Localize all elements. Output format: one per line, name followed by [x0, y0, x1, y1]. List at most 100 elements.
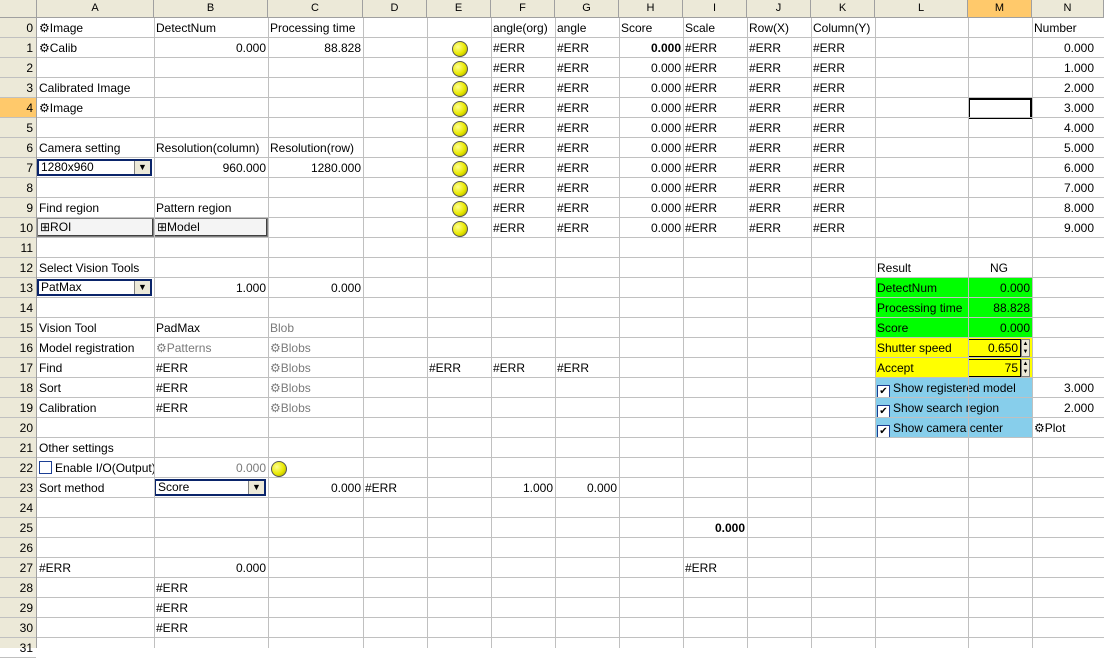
col-header-i[interactable]: I	[683, 0, 747, 17]
row-header[interactable]: 21	[0, 438, 36, 458]
cell-b15[interactable]: PadMax	[154, 318, 268, 338]
col-header-j[interactable]: J	[747, 0, 811, 17]
row-header[interactable]: 29	[0, 598, 36, 618]
patterns-button[interactable]: ⚙Patterns	[154, 338, 268, 358]
result-cell-row[interactable]: #ERR	[747, 78, 811, 98]
cell-b9[interactable]: Pattern region	[154, 198, 268, 218]
row-header[interactable]: 10	[0, 218, 36, 238]
result-cell-col[interactable]: #ERR	[811, 98, 875, 118]
col-header-n[interactable]: N	[1032, 0, 1104, 17]
accept-spinner[interactable]: ▲ ▼	[1021, 359, 1030, 377]
result-cell-angle_org[interactable]: #ERR	[491, 58, 555, 78]
row-header[interactable]: 4	[0, 98, 36, 118]
shutter-speed-input[interactable]: 0.650	[968, 339, 1021, 357]
row-header[interactable]: 6	[0, 138, 36, 158]
cell-d23[interactable]: #ERR	[363, 478, 427, 498]
plot-button[interactable]: ⚙Plot	[1032, 418, 1096, 438]
result-cell-num[interactable]: 6.000	[1032, 158, 1096, 178]
result-cell-col[interactable]: #ERR	[811, 138, 875, 158]
cell-c1[interactable]: 88.828	[268, 38, 363, 58]
result-cell-score[interactable]: 0.000	[619, 98, 683, 118]
row-header[interactable]: 11	[0, 238, 36, 258]
chevron-down-icon[interactable]: ▼	[134, 281, 150, 294]
result-cell-scale[interactable]: #ERR	[683, 178, 747, 198]
col-header-g[interactable]: G	[555, 0, 619, 17]
result-cell-num[interactable]: 8.000	[1032, 198, 1096, 218]
row-header[interactable]: 27	[0, 558, 36, 578]
result-cell-col[interactable]: #ERR	[811, 178, 875, 198]
blobs-button-18[interactable]: ⚙Blobs	[268, 378, 363, 398]
result-cell-row[interactable]: #ERR	[747, 38, 811, 58]
row-header[interactable]: 9	[0, 198, 36, 218]
col-header-f[interactable]: F	[491, 0, 555, 17]
result-cell-row[interactable]: #ERR	[747, 198, 811, 218]
vision-tool-combo[interactable]: PatMax ▼	[37, 279, 152, 296]
result-cell-score[interactable]: 0.000	[619, 158, 683, 178]
cell-b6[interactable]: Resolution(column)	[154, 138, 268, 158]
result-cell-row[interactable]: #ERR	[747, 138, 811, 158]
result-cell-angle[interactable]: #ERR	[555, 98, 619, 118]
cell-a3[interactable]: Calibrated Image	[37, 78, 154, 98]
col-header-a[interactable]: A	[37, 0, 154, 17]
result-cell-angle[interactable]: #ERR	[555, 38, 619, 58]
row-header[interactable]: 5	[0, 118, 36, 138]
result-cell-num[interactable]: 1.000	[1032, 58, 1096, 78]
result-cell-angle[interactable]: #ERR	[555, 58, 619, 78]
result-cell-row[interactable]: #ERR	[747, 98, 811, 118]
row-header[interactable]: 23	[0, 478, 36, 498]
cell-f23[interactable]: 1.000	[491, 478, 555, 498]
result-cell-num[interactable]: 2.000	[1032, 78, 1096, 98]
result-cell-scale[interactable]: #ERR	[683, 58, 747, 78]
result-cell-col[interactable]: #ERR	[811, 118, 875, 138]
col-header-e[interactable]: E	[427, 0, 491, 17]
result-cell-score[interactable]: 0.000	[619, 198, 683, 218]
cell-c23[interactable]: 0.000	[268, 478, 363, 498]
cell-i25[interactable]: 0.000	[683, 518, 747, 538]
resolution-combo[interactable]: 1280x960 ▼	[37, 159, 152, 176]
sort-method-combo[interactable]: Score ▼	[154, 479, 266, 496]
result-cell-angle[interactable]: #ERR	[555, 118, 619, 138]
col-header-h[interactable]: H	[619, 0, 683, 17]
cell-e17[interactable]: #ERR	[427, 358, 491, 378]
image-button[interactable]: ⚙Image	[37, 98, 154, 118]
row-header[interactable]: 19	[0, 398, 36, 418]
cell-a17[interactable]: Find	[37, 358, 154, 378]
result-cell-angle[interactable]: #ERR	[555, 78, 619, 98]
cell-b13[interactable]: 1.000	[154, 278, 268, 298]
cell-a18[interactable]: Sort	[37, 378, 154, 398]
cell-g0[interactable]: angle	[555, 18, 619, 38]
cell-g23[interactable]: 0.000	[555, 478, 619, 498]
result-cell-angle[interactable]: #ERR	[555, 158, 619, 178]
cell-b28[interactable]: #ERR	[154, 578, 268, 598]
row-header[interactable]: 12	[0, 258, 36, 278]
cell-b18[interactable]: #ERR	[154, 378, 268, 398]
result-cell-score[interactable]: 0.000	[619, 78, 683, 98]
cell-c0[interactable]: Processing time	[268, 18, 363, 38]
row-header[interactable]: 31	[0, 638, 36, 658]
result-cell-angle_org[interactable]: #ERR	[491, 118, 555, 138]
cell-h0[interactable]: Score	[619, 18, 683, 38]
result-cell-scale[interactable]: #ERR	[683, 158, 747, 178]
chevron-down-icon[interactable]: ▼	[134, 161, 150, 174]
result-cell-num[interactable]: 0.000	[1032, 38, 1096, 58]
row-header[interactable]: 0	[0, 18, 36, 38]
checkbox-icon[interactable]	[39, 461, 52, 474]
enable-io-checkbox[interactable]: Enable I/O(Output)	[37, 458, 154, 478]
cell-a23[interactable]: Sort method	[37, 478, 154, 498]
blobs-button-19[interactable]: ⚙Blobs	[268, 398, 363, 418]
row-header[interactable]: 26	[0, 538, 36, 558]
row-header[interactable]: 20	[0, 418, 36, 438]
result-cell-num[interactable]: 9.000	[1032, 218, 1096, 238]
result-cell-col[interactable]: #ERR	[811, 58, 875, 78]
result-cell-scale[interactable]: #ERR	[683, 118, 747, 138]
result-cell-angle_org[interactable]: #ERR	[491, 78, 555, 98]
cell-a9[interactable]: Find region	[37, 198, 154, 218]
cell-f17[interactable]: #ERR	[491, 358, 555, 378]
cell-b0[interactable]: DetectNum	[154, 18, 268, 38]
cell-a12[interactable]: Select Vision Tools	[37, 258, 154, 278]
cell-f0[interactable]: angle(org)	[491, 18, 555, 38]
model-button[interactable]: ⊞Model	[154, 218, 268, 237]
row-header[interactable]: 25	[0, 518, 36, 538]
row-header[interactable]: 28	[0, 578, 36, 598]
col-header-d[interactable]: D	[363, 0, 427, 17]
